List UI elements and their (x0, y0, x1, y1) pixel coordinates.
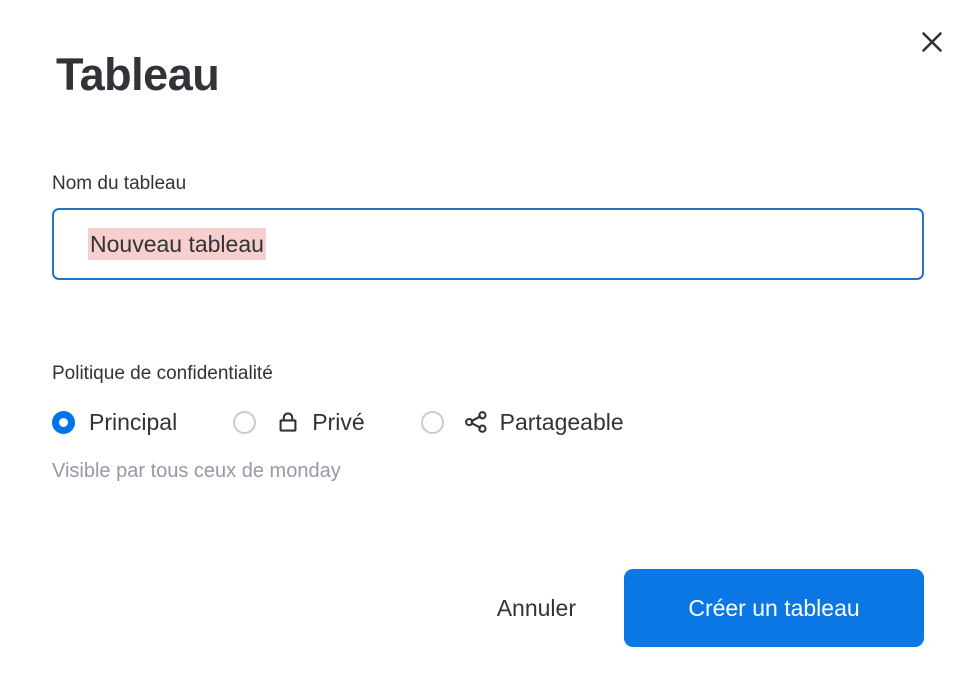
close-button[interactable] (912, 22, 952, 62)
privacy-option-shareable-label: Partageable (499, 409, 624, 435)
privacy-option-shareable[interactable]: Partageable (420, 408, 624, 436)
page-title: Tableau (56, 49, 220, 100)
privacy-policy-block: Politique de confidentialité Principal P… (52, 362, 924, 484)
radio-shareable-indicator[interactable] (420, 410, 444, 434)
create-board-dialog: Tableau Nom du tableau Nouveau tableau P… (0, 0, 974, 696)
privacy-option-private-label: Privé (312, 409, 365, 435)
radio-private-indicator[interactable] (233, 410, 257, 434)
board-name-field-block: Nom du tableau Nouveau tableau (52, 172, 924, 280)
cancel-button[interactable]: Annuler (481, 582, 592, 634)
privacy-option-main-label: Principal (89, 409, 178, 435)
privacy-option-main[interactable]: Principal (52, 408, 177, 436)
privacy-option-private[interactable]: Privé (233, 408, 365, 436)
lock-icon (275, 409, 301, 435)
share-nodes-icon (463, 409, 489, 435)
close-icon (919, 29, 945, 55)
create-board-button[interactable]: Créer un tableau (624, 569, 924, 647)
privacy-hint-text: Visible par tous ceux de monday (52, 460, 341, 482)
dialog-footer: Annuler Créer un tableau (481, 569, 924, 647)
board-name-input[interactable]: Nouveau tableau (52, 208, 924, 280)
board-name-input-value[interactable]: Nouveau tableau (88, 228, 266, 260)
privacy-radio-group: Principal Privé Partageable (52, 408, 924, 436)
board-name-label: Nom du tableau (52, 173, 187, 194)
privacy-policy-label: Politique de confidentialité (52, 363, 273, 384)
radio-main-indicator[interactable] (52, 410, 75, 434)
